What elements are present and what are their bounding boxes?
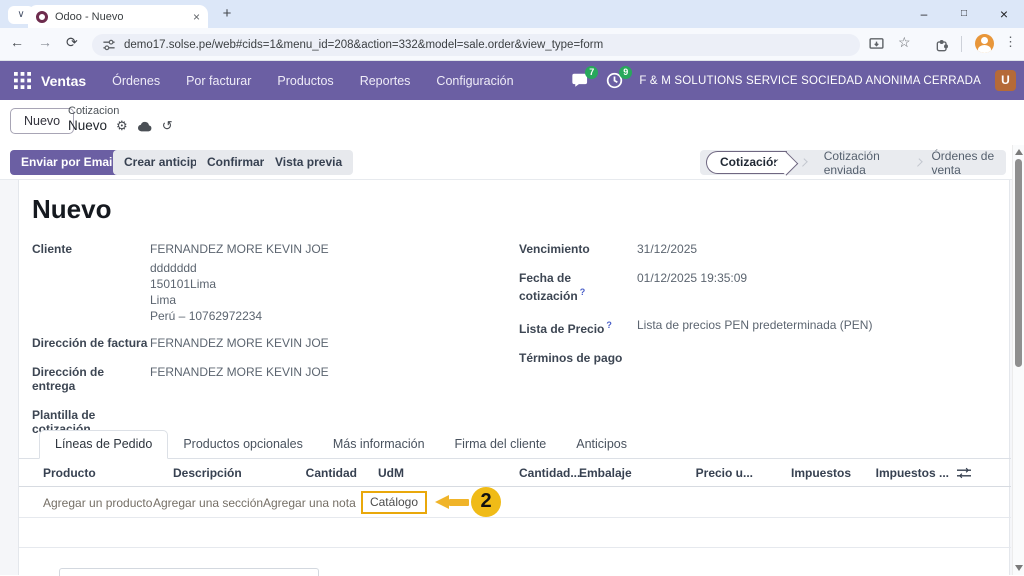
gear-icon[interactable]: ⚙ <box>116 119 128 132</box>
order-lines-add-row: Agregar un producto Agregar una sección … <box>19 487 1011 518</box>
tab-firma-del-cliente[interactable]: Firma del cliente <box>440 431 562 458</box>
stage-ordenes-de-venta[interactable]: Órdenes de venta <box>921 149 1006 177</box>
discard-undo-icon[interactable]: ↺ <box>162 119 173 132</box>
reload-icon[interactable]: ⟳ <box>66 34 78 51</box>
help-icon: ? <box>606 320 612 330</box>
optional-columns-icon[interactable] <box>957 467 971 479</box>
odoo-favicon-icon <box>36 10 48 23</box>
customer-address: ddddddd 150101Lima Lima Perú – 107629722… <box>150 261 263 323</box>
messages-badge: 7 <box>585 65 599 79</box>
col-producto[interactable]: Producto <box>43 466 96 480</box>
window-close-button[interactable]: × <box>984 0 1024 28</box>
col-cantidad-2[interactable]: Cantidad... <box>519 466 580 480</box>
tab-productos-opcionales[interactable]: Productos opcionales <box>168 431 318 458</box>
site-settings-icon[interactable] <box>102 38 116 52</box>
activities-icon[interactable]: 9 <box>605 65 633 91</box>
tab-mas-informacion[interactable]: Más información <box>318 431 440 458</box>
toolbar-divider <box>961 36 962 52</box>
bookmark-star-icon[interactable]: ☆ <box>898 34 911 51</box>
forward-icon[interactable]: → <box>38 34 52 50</box>
new-tab-button[interactable]: + <box>216 5 238 22</box>
vertical-scrollbar[interactable] <box>1012 145 1024 575</box>
app-name[interactable]: Ventas <box>41 73 86 89</box>
scrollbar-thumb[interactable] <box>1015 159 1022 367</box>
tab-anticipos[interactable]: Anticipos <box>561 431 642 458</box>
field-cliente[interactable]: Cliente FERNANDEZ MORE KEVIN JOE <box>32 242 492 256</box>
menu-ordenes[interactable]: Órdenes <box>112 74 160 88</box>
breadcrumb-parent[interactable]: Cotizacion <box>68 105 173 117</box>
order-lines-header: Producto Descripción Cantidad UdM Cantid… <box>19 459 1011 487</box>
menu-configuracion[interactable]: Configuración <box>436 74 513 88</box>
back-icon[interactable]: ← <box>10 34 24 50</box>
breadcrumb-current: Nuevo <box>68 118 108 133</box>
empty-row-divider <box>19 547 1011 548</box>
company-switcher[interactable]: F & M SOLUTIONS SERVICE SOCIEDAD ANONIMA… <box>639 75 981 87</box>
chevron-right-icon <box>798 158 808 167</box>
messages-icon[interactable]: 7 <box>571 65 599 91</box>
menu-reportes[interactable]: Reportes <box>360 74 411 88</box>
window-minimize-button[interactable]: – <box>904 0 944 28</box>
status-pipeline: Cotización Cotización enviada Órdenes de… <box>700 149 1006 177</box>
save-cloud-icon[interactable] <box>137 120 153 132</box>
browser-titlebar: ∨ Odoo - Nuevo × + – □ × <box>0 0 1024 28</box>
tab-close-icon[interactable]: × <box>193 10 200 24</box>
add-product-link[interactable]: Agregar un producto <box>43 496 152 510</box>
field-vencimiento[interactable]: Vencimiento 31/12/2025 <box>519 242 989 256</box>
user-avatar[interactable]: U <box>995 70 1016 91</box>
action-bar: Enviar por Email Crear anticipo Confirma… <box>0 145 1024 180</box>
field-fecha-cotizacion[interactable]: Fecha de cotización? 01/12/2025 19:35:09 <box>519 271 989 303</box>
stage-cotizacion-enviada[interactable]: Cotización enviada <box>814 149 903 177</box>
field-direccion-factura[interactable]: Dirección de factura FERNANDEZ MORE KEVI… <box>32 336 492 350</box>
tab-title: Odoo - Nuevo <box>55 10 124 23</box>
new-record-button[interactable]: Nuevo <box>10 108 75 134</box>
col-descripcion[interactable]: Descripción <box>173 466 242 480</box>
preview-button[interactable]: Vista previa <box>264 150 354 175</box>
help-icon: ? <box>579 287 586 297</box>
window-maximize-button[interactable]: □ <box>944 0 984 28</box>
apps-grid-icon[interactable] <box>14 72 31 89</box>
browser-menu-icon[interactable]: ⋮ <box>1004 34 1017 50</box>
record-title[interactable]: Nuevo <box>32 194 111 225</box>
col-cantidad[interactable]: Cantidad <box>289 466 357 480</box>
annotation-arrow-icon <box>435 495 469 509</box>
url-text: demo17.solse.pe/web#cids=1&menu_id=208&a… <box>124 39 604 51</box>
menu-por-facturar[interactable]: Por facturar <box>186 74 251 88</box>
annotation-step-badge: 2 <box>471 487 501 517</box>
notebook-tabs: Líneas de Pedido Productos opcionales Má… <box>19 430 1011 459</box>
scroll-down-icon[interactable] <box>1015 565 1023 571</box>
scroll-up-icon[interactable] <box>1015 149 1023 155</box>
menu-productos[interactable]: Productos <box>277 74 333 88</box>
browser-tab[interactable]: Odoo - Nuevo × <box>28 5 208 28</box>
col-embalaje[interactable]: Embalaje <box>579 466 632 480</box>
address-bar[interactable]: demo17.solse.pe/web#cids=1&menu_id=208&a… <box>92 34 860 56</box>
form-sheet: Nuevo Cliente FERNANDEZ MORE KEVIN JOE d… <box>18 180 1011 576</box>
install-app-icon[interactable] <box>868 36 885 53</box>
control-panel: Nuevo Cotizacion Nuevo ⚙ ↺ <box>0 100 1024 145</box>
add-note-link[interactable]: Agregar una nota <box>263 496 356 510</box>
field-direccion-entrega[interactable]: Dirección de entrega FERNANDEZ MORE KEVI… <box>32 365 492 393</box>
col-impuestos-2[interactable]: Impuestos ... <box>849 466 949 480</box>
send-email-button[interactable]: Enviar por Email <box>10 150 127 175</box>
col-udm[interactable]: UdM <box>378 466 404 480</box>
catalog-link[interactable]: Catálogo <box>361 491 427 514</box>
stage-cotizacion[interactable]: Cotización <box>706 151 787 174</box>
col-precio-unitario[interactable]: Precio u... <box>659 466 753 480</box>
field-lista-precio[interactable]: Lista de Precio? Lista de precios PEN pr… <box>519 318 989 336</box>
breadcrumb: Cotizacion Nuevo ⚙ ↺ <box>68 105 173 133</box>
activities-badge: 9 <box>619 65 633 79</box>
add-section-link[interactable]: Agregar una sección <box>153 496 263 510</box>
field-terminos-pago[interactable]: Términos de pago <box>519 351 989 365</box>
tab-lineas-de-pedido[interactable]: Líneas de Pedido <box>39 430 169 459</box>
extensions-icon[interactable] <box>934 36 950 52</box>
profile-avatar[interactable] <box>975 34 994 53</box>
col-impuestos[interactable]: Impuestos <box>791 466 851 480</box>
odoo-navbar: Ventas Órdenes Por facturar Productos Re… <box>0 61 1024 100</box>
